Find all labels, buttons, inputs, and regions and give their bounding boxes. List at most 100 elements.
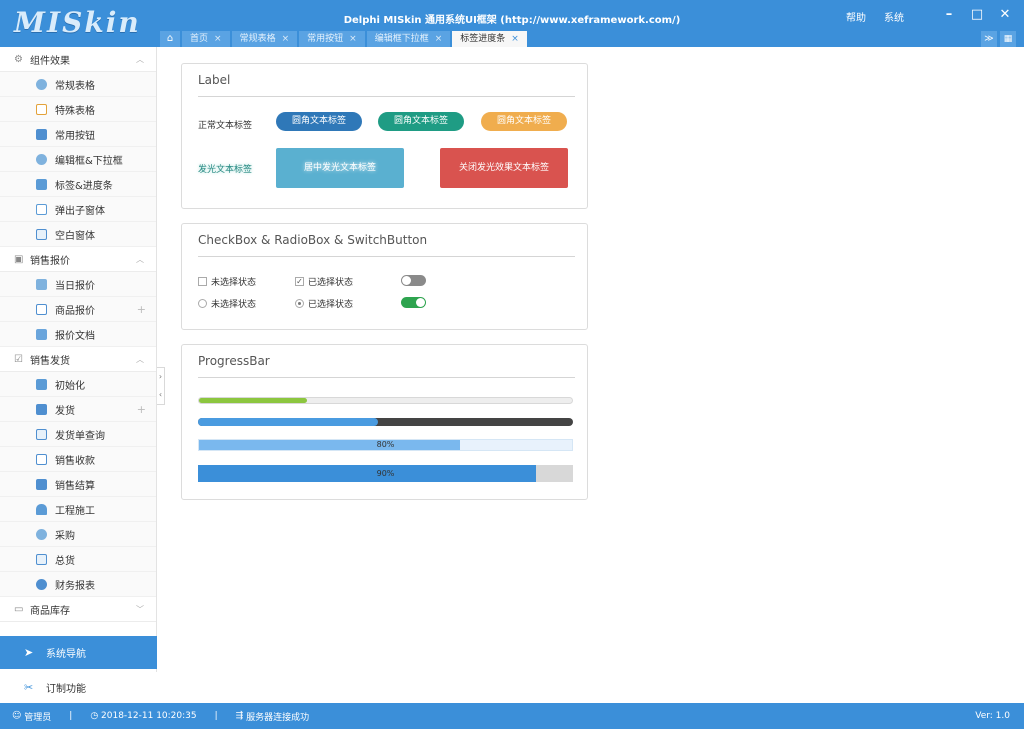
switch-button-off[interactable] <box>401 275 426 286</box>
radio-label: 未选择状态 <box>211 300 257 310</box>
sidebar-item-quote-docs[interactable]: 报价文档 <box>0 322 156 347</box>
separator: | <box>69 711 73 721</box>
tab-regular-table[interactable]: 常规表格 × <box>231 31 298 47</box>
calculator-icon <box>36 478 47 490</box>
sidebar-item-financial-report[interactable]: 财务报表 <box>0 572 156 597</box>
sidebar: ⚙ 组件效果 ︿ 常规表格 特殊表格 常用按钮 编辑框&下拉框 标签&进度条 弹出子… <box>0 47 157 703</box>
tab-close-icon[interactable]: × <box>349 31 357 47</box>
sidebar-toggle-handle[interactable]: › ‹ <box>157 367 165 405</box>
progress-panel: ProgressBar 80% 90% <box>181 344 588 500</box>
checkbox-box <box>198 277 207 286</box>
switch-knob <box>402 276 411 285</box>
calendar-icon: ▣ <box>14 253 24 265</box>
sidebar-item-daily-quote[interactable]: 当日报价 <box>0 272 156 297</box>
maximize-icon[interactable]: □ <box>970 7 984 23</box>
sidebar-item-total-goods[interactable]: 总货 <box>0 547 156 572</box>
grid-icon[interactable]: ▦ <box>1000 31 1016 47</box>
sidebar-item-initialize[interactable]: 初始化 <box>0 372 156 397</box>
radio-dot-icon <box>295 299 304 308</box>
item-label: 当日报价 <box>55 280 95 292</box>
sidebar-item-label-progress[interactable]: 标签&进度条 <box>0 172 156 197</box>
group-label: 组件效果 <box>30 55 70 67</box>
checkbox-label: 已选择状态 <box>308 278 354 288</box>
label-panel: Label 正常文本标签 圆角文本标签 圆角文本标签 圆角文本标签 发光文本标签… <box>181 63 588 209</box>
tab-edit-dropdown[interactable]: 编辑框下拉框 × <box>366 31 451 47</box>
checkbox-label: 未选择状态 <box>211 278 257 288</box>
item-label: 空白窗体 <box>55 230 95 242</box>
radio-label: 已选择状态 <box>308 300 354 310</box>
chevron-down-icon: ﹀ <box>136 604 144 614</box>
item-label: 标签&进度条 <box>55 180 113 192</box>
sidebar-item-edit-dropdown[interactable]: 编辑框&下拉框 <box>0 147 156 172</box>
custom-features-button[interactable]: ✂ 订制功能 <box>0 672 157 703</box>
database-icon <box>36 578 47 590</box>
home-icon <box>36 228 47 240</box>
radio-unchecked[interactable]: 未选择状态 <box>198 297 256 310</box>
group-label: 销售发货 <box>30 355 70 367</box>
minimize-icon[interactable]: – <box>942 7 956 23</box>
sidebar-item-popup-window[interactable]: 弹出子窗体 <box>0 197 156 222</box>
chevron-up-icon: ︿ <box>136 54 144 64</box>
tab-close-icon[interactable]: × <box>511 31 519 47</box>
sidebar-item-purchase[interactable]: 采购 <box>0 522 156 547</box>
tab-label-progress[interactable]: 标签进度条 × <box>452 31 527 47</box>
gear-icon: ⚙ <box>14 53 23 65</box>
rounded-label-teal: 圆角文本标签 <box>378 112 464 131</box>
progress-percent-label: 80% <box>376 440 395 449</box>
clock-icon: ◷ <box>90 711 102 721</box>
building-icon <box>36 378 47 390</box>
normal-text-label: 正常文本标签 <box>198 121 253 131</box>
item-label: 工程施工 <box>55 505 95 517</box>
sidebar-item-sales-settlement[interactable]: 销售结算 <box>0 472 156 497</box>
person-icon <box>36 178 47 190</box>
tab-home[interactable]: 首页 × <box>182 31 230 47</box>
sidebar-group-sales-quote[interactable]: ▣ 销售报价 ︿ <box>0 247 156 272</box>
sidebar-item-blank-window[interactable]: 空白窗体 <box>0 222 156 247</box>
panel-title: CheckBox & RadioBox & SwitchButton <box>198 233 428 247</box>
checkbox-unchecked[interactable]: 未选择状态 <box>198 275 256 288</box>
tab-close-icon[interactable]: × <box>282 31 290 47</box>
radio-checked[interactable]: 已选择状态 <box>295 297 353 310</box>
system-menu[interactable]: 系统 <box>884 9 904 24</box>
expand-plus-icon[interactable]: + <box>137 403 146 416</box>
item-label: 采购 <box>55 530 75 542</box>
truck-icon <box>36 128 47 140</box>
switch-knob <box>416 298 425 307</box>
sidebar-group-sales-shipping[interactable]: ☑ 销售发货 ︿ <box>0 347 156 372</box>
sidebar-group-inventory[interactable]: ▭ 商品库存 ﹀ <box>0 597 156 622</box>
tab-common-buttons[interactable]: 常用按钮 × <box>299 31 365 47</box>
sidebar-item-special-table[interactable]: 特殊表格 <box>0 97 156 122</box>
checklist-icon <box>36 453 47 465</box>
close-icon[interactable]: ✕ <box>998 7 1012 23</box>
sidebar-item-ship[interactable]: 发货 + <box>0 397 156 422</box>
sidebar-item-shipping-query[interactable]: 发货单查询 <box>0 422 156 447</box>
server-icon: ⇶ <box>235 711 247 721</box>
tab-list-icon[interactable]: ≫ <box>981 31 997 47</box>
tab-close-icon[interactable]: × <box>435 31 443 47</box>
clipboard-icon <box>36 103 47 115</box>
sidebar-group-components[interactable]: ⚙ 组件效果 ︿ <box>0 47 156 72</box>
divider <box>198 377 575 378</box>
home-tab-icon[interactable]: ⌂ <box>160 31 180 47</box>
progress-bar-green <box>198 397 573 404</box>
sidebar-item-regular-table[interactable]: 常规表格 <box>0 72 156 97</box>
item-label: 财务报表 <box>55 580 95 592</box>
rounded-label-orange: 圆角文本标签 <box>481 112 567 131</box>
tab-label: 常用按钮 <box>307 34 344 44</box>
switch-button-on[interactable] <box>401 297 426 308</box>
help-menu[interactable]: 帮助 <box>846 9 866 24</box>
item-label: 弹出子窗体 <box>55 205 105 217</box>
progress-bar-80: 80% <box>198 439 573 451</box>
tab-close-icon[interactable]: × <box>214 31 222 47</box>
gear-icon <box>36 78 47 90</box>
sidebar-item-construction[interactable]: 工程施工 <box>0 497 156 522</box>
checkbox-checked[interactable]: ✓ 已选择状态 <box>295 275 353 288</box>
table-icon <box>36 553 47 565</box>
sidebar-item-sales-receipt[interactable]: 销售收款 <box>0 447 156 472</box>
expand-plus-icon[interactable]: + <box>137 303 146 316</box>
sidebar-item-product-quote[interactable]: 商品报价 + <box>0 297 156 322</box>
sidebar-item-common-buttons[interactable]: 常用按钮 <box>0 122 156 147</box>
item-label: 常规表格 <box>55 80 95 92</box>
system-nav-button[interactable]: ➤ 系统导航 <box>0 636 157 669</box>
window-icon <box>36 203 47 215</box>
